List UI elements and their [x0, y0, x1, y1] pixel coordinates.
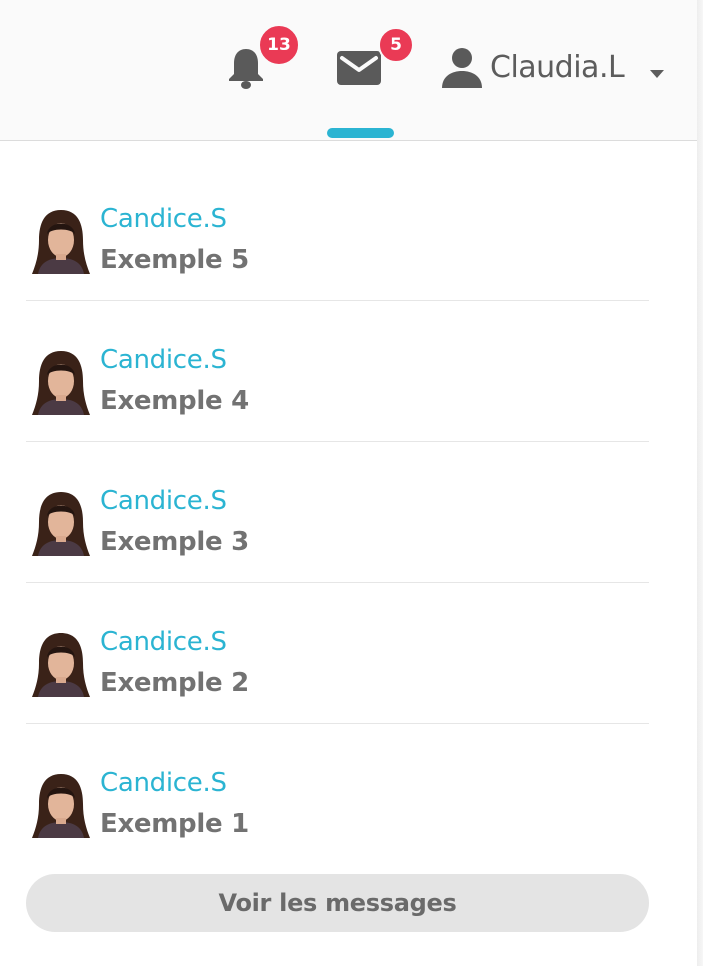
notifications-badge: 13 [258, 24, 300, 66]
avatar [30, 631, 92, 699]
avatar [30, 772, 92, 840]
avatar [30, 490, 92, 558]
avatar [30, 208, 92, 276]
panel-edge [697, 0, 703, 966]
message-preview: Exemple 2 [100, 668, 249, 698]
messages-badge: 5 [378, 27, 414, 63]
message-list: Candice.S Exemple 5 Candice.S Exemple 4 [26, 160, 649, 864]
sender-name: Candice.S [100, 345, 227, 375]
active-tab-indicator [327, 128, 394, 138]
sender-name: Candice.S [100, 768, 227, 798]
message-item[interactable]: Candice.S Exemple 4 [26, 301, 649, 442]
user-name: Claudia.L [490, 50, 625, 85]
message-preview: Exemple 3 [100, 527, 249, 557]
user-menu[interactable]: Claudia.L [440, 44, 670, 92]
caret-down-icon [650, 64, 664, 78]
see-all-messages-button[interactable]: Voir les messages [26, 874, 649, 932]
sender-name: Candice.S [100, 486, 227, 516]
top-navigation-bar: 13 5 Claudia.L [0, 0, 697, 141]
avatar [30, 349, 92, 417]
sender-name: Candice.S [100, 204, 227, 234]
message-preview: Exemple 1 [100, 809, 249, 839]
message-item[interactable]: Candice.S Exemple 5 [26, 160, 649, 301]
message-preview: Exemple 5 [100, 245, 249, 275]
message-preview: Exemple 4 [100, 386, 249, 416]
mail-icon[interactable] [334, 48, 384, 88]
message-item[interactable]: Candice.S Exemple 2 [26, 583, 649, 724]
message-item[interactable]: Candice.S Exemple 1 [26, 724, 649, 864]
message-item[interactable]: Candice.S Exemple 3 [26, 442, 649, 583]
user-icon [440, 46, 484, 90]
sender-name: Candice.S [100, 627, 227, 657]
